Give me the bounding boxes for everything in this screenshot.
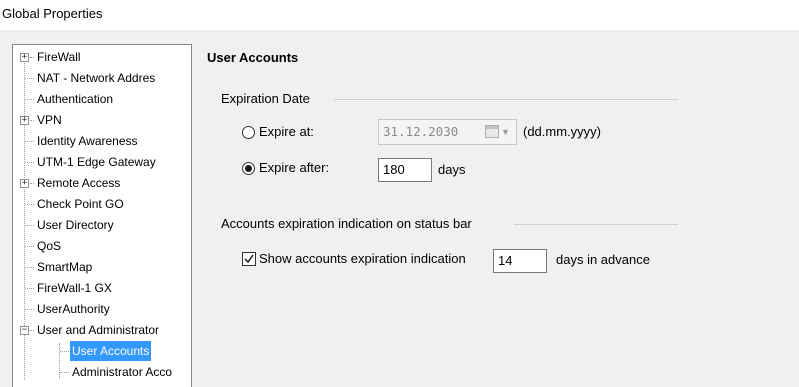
tree-item-smartmap[interactable]: SmartMap <box>13 257 189 277</box>
expire-at-label[interactable]: Expire at: <box>259 124 314 139</box>
tree-item-remote-access[interactable]: + Remote Access <box>13 173 189 193</box>
expire-after-radio[interactable] <box>242 162 255 175</box>
plus-box-icon[interactable]: + <box>20 53 29 62</box>
tree-item-nat[interactable]: NAT - Network Addres <box>13 68 189 88</box>
tree-item-user-accounts[interactable]: User Accounts <box>13 341 189 361</box>
chevron-down-icon[interactable]: ▼ <box>501 124 510 140</box>
calendar-icon[interactable] <box>485 125 499 138</box>
tree-item-label: UserAuthority <box>37 302 110 316</box>
tree-item-label: User and Administrator <box>37 323 160 337</box>
tree-item-label: Check Point GO <box>37 197 124 211</box>
tree-item-userauthority[interactable]: UserAuthority <box>13 299 189 319</box>
window-title-text: Global Properties <box>2 6 103 21</box>
tree-item-label: Administrator Acco <box>72 365 173 379</box>
window-title: Global Properties <box>0 0 799 30</box>
show-indication-checkbox[interactable] <box>242 252 256 266</box>
tree-item-utm-edge[interactable]: UTM-1 Edge Gateway <box>13 152 189 172</box>
expire-after-label[interactable]: Expire after: <box>259 160 329 175</box>
plus-box-icon[interactable]: + <box>20 116 29 125</box>
tree-item-firewall[interactable]: + FireWall <box>13 47 189 67</box>
expire-at-date-picker[interactable]: 31.12.2030 ▼ <box>378 119 517 145</box>
indication-group-label: Accounts expiration indication on status… <box>221 216 472 231</box>
tree-item-vpn[interactable]: + VPN <box>13 110 189 130</box>
date-format-hint: (dd.mm.yyyy) <box>523 124 601 139</box>
expire-at-date-value: 31.12.2030 <box>383 124 459 139</box>
days-unit-label: days <box>438 162 466 177</box>
tree-item-label: VPN <box>37 113 62 127</box>
tree-item-label: SmartMap <box>37 260 93 274</box>
tree-item-label: User Accounts <box>70 341 152 361</box>
expire-at-radio[interactable] <box>242 126 255 139</box>
tree-item-user-directory[interactable]: User Directory <box>13 215 189 235</box>
tree-item-identity-awareness[interactable]: Identity Awareness <box>13 131 189 151</box>
tree-item-authentication[interactable]: Authentication <box>13 89 189 109</box>
advance-days-input[interactable]: 14 <box>493 249 547 273</box>
checkmark-icon <box>244 254 254 264</box>
tree-item-administrator-accounts[interactable]: Administrator Acco <box>13 362 189 382</box>
expire-after-days-input[interactable]: 180 <box>378 158 432 182</box>
tree-item-label: QoS <box>37 239 62 253</box>
minus-box-icon[interactable]: − <box>20 326 29 335</box>
tree-item-firewall-1-gx[interactable]: FireWall-1 GX <box>13 278 189 298</box>
group-divider <box>334 99 678 100</box>
tree-item-label: FireWall <box>37 50 81 64</box>
tree-item-qos[interactable]: QoS <box>13 236 189 256</box>
group-divider <box>514 224 678 225</box>
show-indication-label[interactable]: Show accounts expiration indication <box>259 251 466 266</box>
category-tree[interactable]: + FireWall NAT - Network Addres Authenti… <box>12 44 192 387</box>
tree-item-label: Remote Access <box>37 176 121 190</box>
expiration-date-group-label: Expiration Date <box>221 91 310 106</box>
tree-item-label: FireWall-1 GX <box>37 281 112 295</box>
tree-item-label: Authentication <box>37 92 114 106</box>
days-in-advance-label: days in advance <box>556 252 650 267</box>
tree-item-label: Identity Awareness <box>37 134 138 148</box>
tree-item-user-and-administrator[interactable]: − User and Administrator <box>13 320 189 340</box>
tree-item-label: User Directory <box>37 218 114 232</box>
page-title: User Accounts <box>207 50 299 65</box>
plus-box-icon[interactable]: + <box>20 179 29 188</box>
tree-item-check-point-go[interactable]: Check Point GO <box>13 194 189 214</box>
tree-item-label: UTM-1 Edge Gateway <box>37 155 156 169</box>
tree-item-label: NAT - Network Addres <box>37 71 156 85</box>
